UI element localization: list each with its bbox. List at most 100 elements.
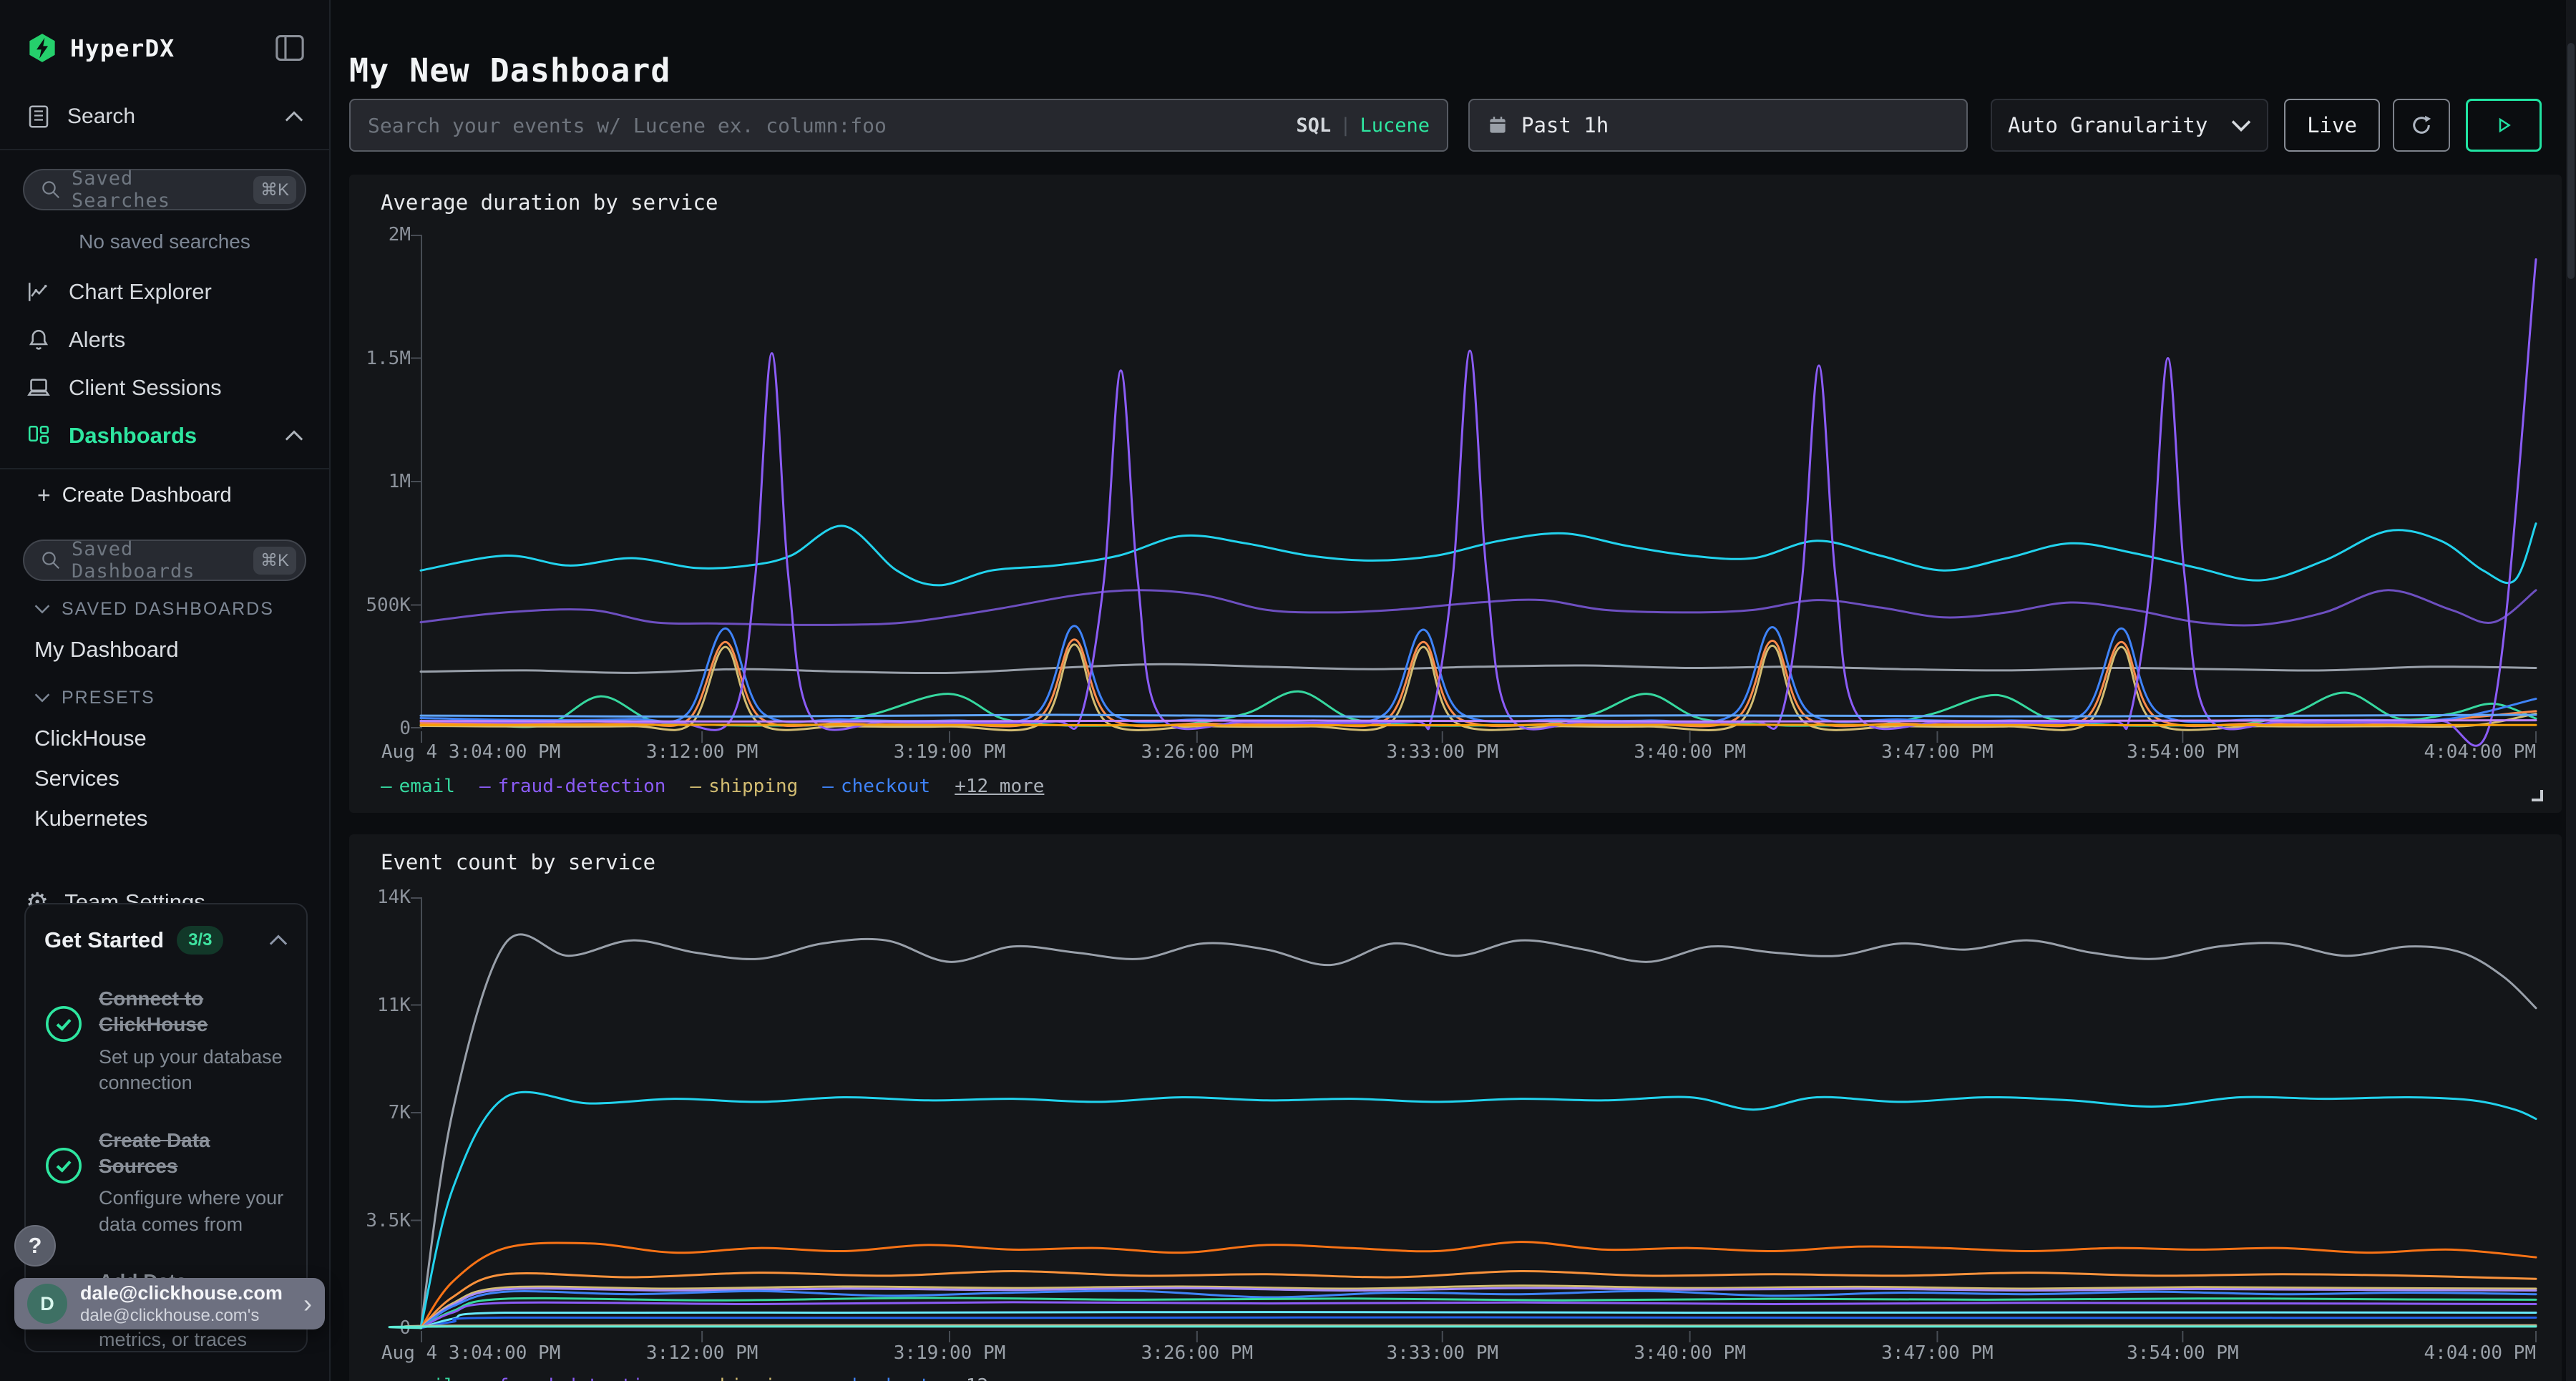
y-axis-labels: 14K11K7K3.5K0	[349, 897, 411, 1328]
step-title: Create Data Sources	[99, 1128, 288, 1180]
plot-area[interactable]	[421, 235, 2536, 728]
sidebar-item-clickhouse[interactable]: ClickHouse	[0, 718, 329, 758]
create-dashboard-button[interactable]: + Create Dashboard	[0, 469, 329, 521]
page-scrollbar[interactable]	[2566, 0, 2576, 1381]
refresh-icon	[2408, 112, 2435, 139]
legend-swatch: —	[381, 776, 392, 797]
saved-searches-placeholder: Saved Searches	[72, 167, 243, 212]
x-tick-label: 3:26:00 PM	[1141, 741, 1254, 763]
series-line-fraud-detection	[421, 1302, 2536, 1328]
live-button[interactable]: Live	[2284, 99, 2380, 152]
sidebar-item-client-sessions-label: Client Sessions	[69, 375, 222, 401]
granularity-select[interactable]: Auto Granularity	[1991, 99, 2268, 152]
legend-item-shipping[interactable]: —shipping	[690, 1375, 798, 1381]
legend-swatch: —	[381, 1375, 392, 1381]
sidebar-item-dashboards-label: Dashboards	[69, 423, 268, 449]
x-tick-label: 3:19:00 PM	[894, 741, 1006, 763]
sidebar-header: HyperDX	[0, 0, 329, 64]
user-menu[interactable]: D dale@clickhouse.com dale@clickhouse.co…	[14, 1278, 325, 1329]
chart-legend: —email —fraud-detection —shipping —checkout…	[381, 1375, 1044, 1381]
search-section-icon	[26, 104, 52, 130]
no-saved-searches-label: No saved searches	[0, 230, 329, 253]
legend-item-fraud-detection[interactable]: —fraud-detection	[479, 776, 665, 797]
legend-item-checkout[interactable]: —checkout	[822, 776, 930, 797]
saved-dashboards-placeholder: Saved Dashboards	[72, 538, 243, 582]
saved-dashboards-section-toggle[interactable]: SAVED DASHBOARDS	[0, 588, 329, 630]
language-toggle-divider: |	[1340, 114, 1351, 137]
series-line	[389, 1327, 2536, 1328]
sidebar-item-chart-explorer-label: Chart Explorer	[69, 279, 212, 305]
legend-more-link[interactable]: +12 more	[955, 1375, 1044, 1381]
help-button[interactable]: ?	[14, 1225, 56, 1267]
legend-item-fraud-detection[interactable]: —fraud-detection	[479, 1375, 665, 1381]
chart-panel-event-count: Event count by service 14K11K7K3.5K0 Aug…	[349, 834, 2562, 1381]
sidebar-item-kubernetes[interactable]: Kubernetes	[0, 799, 329, 839]
check-circle-icon	[44, 1146, 83, 1185]
step-desc: Set up your database connection	[99, 1044, 288, 1096]
user-team: dale@clickhouse.com's	[80, 1306, 291, 1326]
create-dashboard-label: Create Dashboard	[62, 484, 232, 507]
legend-more-link[interactable]: +12 more	[955, 776, 1044, 797]
sidebar-collapse-button[interactable]	[275, 34, 305, 62]
legend-item-checkout[interactable]: —checkout	[822, 1375, 930, 1381]
dashboards-icon	[26, 423, 52, 449]
presets-section-toggle[interactable]: PRESETS	[0, 677, 329, 718]
panel-resize-handle[interactable]	[2532, 790, 2543, 801]
series-line	[421, 721, 2536, 722]
saved-searches-input[interactable]: Saved Searches ⌘K	[23, 169, 306, 210]
chevron-down-icon	[34, 693, 50, 703]
sidebar-item-services[interactable]: Services	[0, 758, 329, 799]
scrollbar-thumb[interactable]	[2567, 43, 2575, 279]
hyperdx-app: HyperDX Search	[0, 0, 2576, 1381]
language-toggle-lucene[interactable]: Lucene	[1360, 114, 1430, 137]
legend-swatch: —	[479, 776, 491, 797]
sidebar-item-search[interactable]: Search	[0, 93, 329, 140]
saved-dashboards-input[interactable]: Saved Dashboards ⌘K	[23, 540, 306, 581]
sidebar-item-chart-explorer[interactable]: Chart Explorer	[0, 268, 329, 316]
x-tick-label: 3:12:00 PM	[646, 741, 758, 763]
sidebar-item-client-sessions[interactable]: Client Sessions	[0, 363, 329, 411]
get-started-step-sources[interactable]: Create Data Sources Configure where your…	[44, 1128, 288, 1238]
time-range-value: Past 1h	[1521, 113, 1609, 137]
plot-area[interactable]	[421, 897, 2536, 1328]
series-line	[421, 524, 2536, 585]
x-tick-label: Aug 4 3:04:00 PM	[381, 741, 560, 763]
y-tick-label: 7K	[389, 1102, 411, 1123]
series-line	[421, 935, 2536, 1328]
x-tick-label: 4:04:00 PM	[2424, 741, 2536, 763]
y-tick-label: 1M	[389, 471, 411, 492]
x-tick-label: Aug 4 3:04:00 PM	[381, 1342, 560, 1364]
refresh-button[interactable]	[2393, 99, 2450, 152]
presets-section-title: PRESETS	[62, 688, 155, 708]
x-tick-label: 3:54:00 PM	[2127, 1342, 2239, 1364]
search-icon	[40, 550, 62, 571]
y-tick-label: 0	[399, 718, 411, 739]
series-line	[421, 1242, 2536, 1328]
sidebar-item-my-dashboard[interactable]: My Dashboard	[0, 630, 329, 670]
x-tick-label: 3:47:00 PM	[1881, 741, 1994, 763]
y-tick-label: 3.5K	[366, 1210, 411, 1231]
legend-item-shipping[interactable]: —shipping	[690, 776, 798, 797]
x-tick-label: 3:33:00 PM	[1386, 741, 1498, 763]
get-started-step-connect[interactable]: Connect to ClickHouse Set up your databa…	[44, 986, 288, 1096]
avatar: D	[27, 1284, 67, 1324]
main-content: My New Dashboard Search your events w/ L…	[332, 0, 2566, 1381]
x-tick-label: 3:26:00 PM	[1141, 1342, 1254, 1364]
sidebar-item-alerts[interactable]: Alerts	[0, 316, 329, 363]
legend-item-email[interactable]: —email	[381, 776, 455, 797]
run-query-button[interactable]	[2466, 99, 2542, 152]
search-icon	[40, 179, 62, 200]
event-search-input[interactable]: Search your events w/ Lucene ex. column:…	[349, 99, 1448, 152]
y-tick-label: 14K	[377, 887, 411, 908]
language-toggle-sql[interactable]: SQL	[1296, 114, 1331, 137]
granularity-value: Auto Granularity	[2008, 113, 2217, 137]
saved-dashboards-shortcut: ⌘K	[253, 547, 296, 575]
x-axis-labels: Aug 4 3:04:00 PM3:12:00 PM3:19:00 PM3:26…	[421, 1342, 2536, 1368]
app-logo[interactable]: HyperDX	[26, 31, 175, 64]
step-desc: Configure where your data comes from	[99, 1185, 288, 1237]
chevron-up-icon[interactable]	[269, 935, 288, 946]
sidebar-item-dashboards[interactable]: Dashboards	[0, 411, 329, 459]
sidebar-item-alerts-label: Alerts	[69, 327, 125, 353]
time-range-picker[interactable]: Past 1h	[1468, 99, 1968, 152]
legend-item-email[interactable]: —email	[381, 1375, 455, 1381]
